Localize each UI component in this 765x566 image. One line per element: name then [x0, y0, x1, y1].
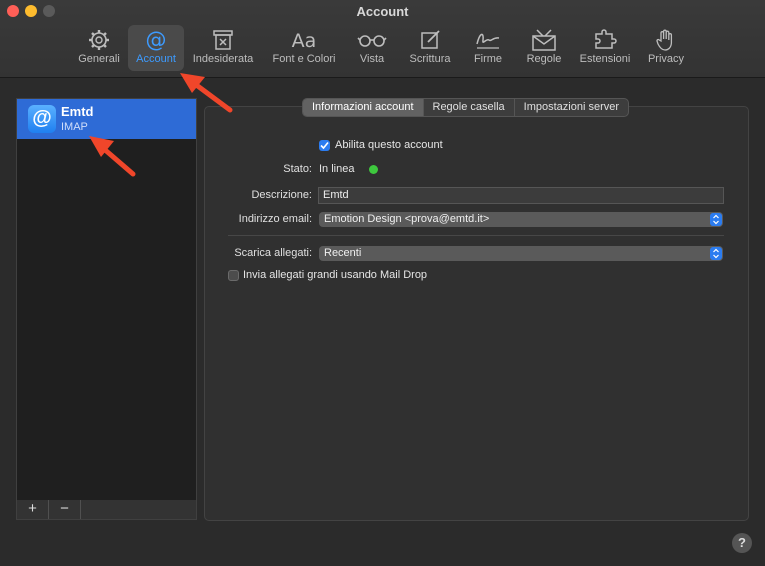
attachments-select-value: Recenti [324, 247, 362, 259]
enable-account-label: Abilita questo account [335, 139, 443, 151]
toolbar-account[interactable]: @ Account [128, 25, 184, 71]
signature-icon [476, 33, 500, 49]
attachments-select[interactable]: Recenti [319, 246, 723, 261]
font-icon: Aa [292, 30, 317, 52]
toolbar-generali[interactable]: Generali [74, 25, 124, 71]
toolbar-indesiderata[interactable]: Indesiderata [189, 25, 257, 71]
compose-icon [421, 30, 440, 49]
help-button[interactable]: ? [732, 533, 752, 553]
toolbar-regole[interactable]: Regole [522, 25, 566, 71]
enable-account-checkbox[interactable] [319, 140, 330, 151]
status-online-indicator [369, 165, 378, 174]
status-label: Stato: [283, 163, 312, 175]
junk-bin-icon [213, 30, 233, 50]
account-row-emtd[interactable]: @ Emtd IMAP [17, 99, 196, 139]
attachments-label: Scarica allegati: [234, 247, 312, 259]
select-arrows-icon [710, 213, 722, 226]
rules-envelope-icon [532, 29, 556, 51]
svg-text:Aa: Aa [292, 30, 317, 52]
select-arrows-icon [710, 247, 722, 260]
email-label: Indirizzo email: [238, 213, 312, 225]
checkmark-icon [320, 141, 329, 150]
svg-text:@: @ [146, 28, 167, 52]
puzzle-icon [595, 29, 617, 49]
hand-icon [656, 29, 673, 51]
section-divider [228, 235, 724, 236]
toolbar-vista[interactable]: Vista [352, 25, 392, 71]
toolbar-scrittura[interactable]: Scrittura [404, 25, 456, 71]
account-type: IMAP [61, 121, 88, 133]
toolbar-firme[interactable]: Firme [466, 25, 510, 71]
description-field[interactable]: Emtd [318, 187, 724, 204]
tab-regole-casella[interactable]: Regole casella [424, 99, 515, 116]
email-select[interactable]: Emotion Design <prova@emtd.it> [319, 212, 723, 227]
add-account-button[interactable]: + [17, 500, 49, 519]
tab-informazioni-account[interactable]: Informazioni account [303, 99, 424, 116]
at-sign-icon: @ [146, 28, 167, 52]
status-value: In linea [319, 163, 355, 175]
maildrop-checkbox[interactable] [228, 270, 239, 281]
toolbar-privacy[interactable]: Privacy [644, 25, 688, 71]
at-sign-icon: @ [28, 105, 56, 133]
remove-account-button[interactable]: − [49, 500, 81, 519]
window-title: Account [356, 4, 409, 19]
email-select-value: Emotion Design <prova@emtd.it> [324, 213, 490, 225]
toolbar-font-colori[interactable]: Aa Font e Colori [269, 25, 339, 71]
account-list: @ Emtd IMAP [16, 98, 197, 502]
tab-impostazioni-server[interactable]: Impostazioni server [515, 99, 628, 116]
account-tabs: Informazioni account Regole casella Impo… [302, 98, 630, 117]
description-label: Descrizione: [251, 189, 312, 201]
toolbar-estensioni[interactable]: Estensioni [575, 25, 635, 71]
glasses-icon [357, 35, 387, 47]
title-bar: Account Generali @ Account Indesiderata … [0, 0, 765, 78]
account-list-footer: + − [16, 500, 197, 520]
account-name: Emtd [61, 104, 94, 119]
maildrop-label: Invia allegati grandi usando Mail Drop [243, 269, 428, 281]
gear-icon [89, 30, 109, 50]
